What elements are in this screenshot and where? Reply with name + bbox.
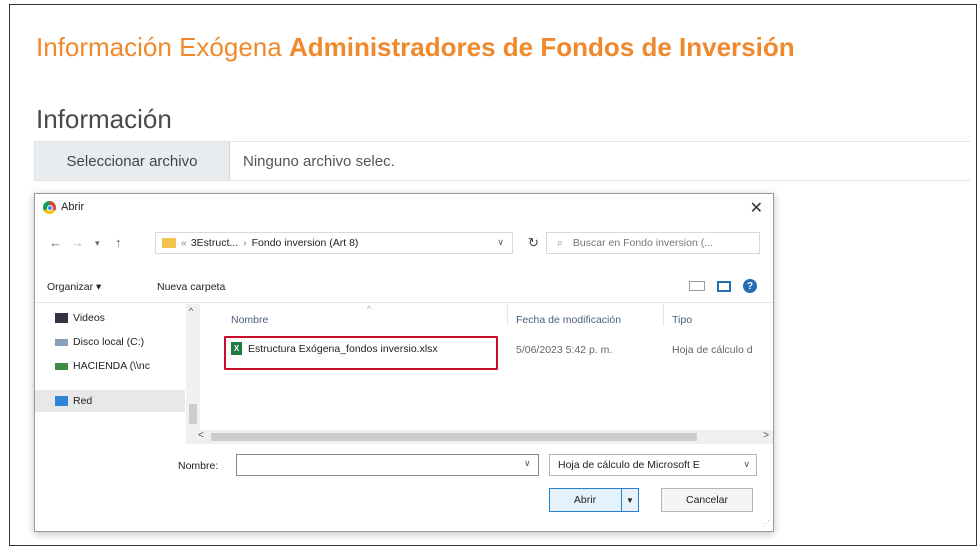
file-status-text: Ninguno archivo selec. xyxy=(243,152,395,170)
chrome-icon xyxy=(43,201,56,214)
column-separator[interactable] xyxy=(507,304,508,326)
resize-grip-icon[interactable]: ⋰ xyxy=(762,519,770,528)
select-file-button[interactable]: Seleccionar archivo xyxy=(35,142,230,180)
back-arrow-icon[interactable]: ← xyxy=(49,235,62,250)
sidebar-item-label: Red xyxy=(73,395,93,407)
search-placeholder: Buscar en Fondo inversion (... xyxy=(572,237,713,249)
page-title-light: Información Exógena xyxy=(36,32,282,62)
organize-menu[interactable]: Organizar ▾ xyxy=(47,281,101,293)
sidebar-item-videos[interactable]: Videos xyxy=(55,312,105,324)
chevron-down-icon: ∨ xyxy=(743,459,750,469)
address-bar[interactable]: « 3Estruct... › Fondo inversion (Art 8) … xyxy=(155,232,513,254)
network-icon xyxy=(55,396,68,406)
sidebar-scrollbar[interactable]: ^ ∨ xyxy=(186,304,200,444)
file-input[interactable]: Seleccionar archivo Ninguno archivo sele… xyxy=(34,141,970,181)
address-separator: › xyxy=(243,237,247,249)
address-prefix: « xyxy=(181,237,187,249)
view-options-icon[interactable] xyxy=(689,281,705,291)
sidebar-item-label: HACIENDA (\\nc xyxy=(73,360,151,372)
preview-pane-icon[interactable] xyxy=(717,280,731,292)
sidebar-item-hacienda[interactable]: HACIENDA (\\nc xyxy=(55,360,150,372)
address-dropdown-icon[interactable]: ∨ xyxy=(497,237,504,248)
toolbar-icons: ? xyxy=(689,279,757,293)
scroll-corner xyxy=(186,430,195,444)
section-title: Información xyxy=(36,104,172,134)
help-icon[interactable]: ? xyxy=(743,279,757,293)
file-type: Hoja de cálculo d xyxy=(672,344,753,356)
scroll-up-icon[interactable]: ^ xyxy=(189,306,193,316)
file-name-dropdown-icon[interactable]: ∨ xyxy=(524,458,531,469)
search-icon: ⌕ xyxy=(557,236,563,249)
recent-dropdown-icon[interactable]: ▾ xyxy=(95,238,100,249)
address-part-1[interactable]: 3Estruct... xyxy=(191,237,238,249)
column-separator[interactable] xyxy=(663,304,664,326)
dialog-toolbar: Organizar ▾ Nueva carpeta ? xyxy=(35,278,773,300)
page-title-bold: Administradores de Fondos de Inversión xyxy=(288,32,795,62)
horizontal-scroll-thumb[interactable] xyxy=(211,433,697,441)
sidebar-item-network[interactable]: Red xyxy=(35,390,185,412)
close-icon[interactable]: ✕ xyxy=(750,198,763,218)
new-folder-button[interactable]: Nueva carpeta xyxy=(157,281,225,293)
open-button-label: Abrir xyxy=(573,494,597,506)
sort-caret-icon: ^ xyxy=(367,304,372,314)
sidebar-item-label: Disco local (C:) xyxy=(73,336,145,348)
folder-icon xyxy=(162,238,176,248)
dialog-titlebar: Abrir ✕ xyxy=(35,194,773,222)
forward-arrow-icon[interactable]: → xyxy=(71,235,84,250)
page-title: Información Exógena Administradores de F… xyxy=(36,32,795,63)
cancel-button[interactable]: Cancelar xyxy=(661,488,753,512)
sidebar-item-label: Videos xyxy=(73,312,105,324)
column-header-type[interactable]: Tipo xyxy=(672,314,692,326)
horizontal-scrollbar[interactable]: < > xyxy=(195,430,773,444)
address-part-2[interactable]: Fondo inversion (Art 8) xyxy=(252,237,359,249)
video-folder-icon xyxy=(55,313,68,323)
file-type-value: Hoja de cálculo de Microsoft E xyxy=(558,459,700,471)
column-header-name[interactable]: Nombre xyxy=(231,314,268,326)
highlight-box xyxy=(224,336,498,370)
network-drive-icon xyxy=(55,362,68,370)
file-name-input[interactable] xyxy=(236,454,539,476)
file-type-select[interactable]: Hoja de cálculo de Microsoft E ∨ xyxy=(549,454,757,476)
file-name-label: Nombre: xyxy=(178,460,219,472)
up-arrow-icon[interactable]: ↑ xyxy=(115,235,122,250)
refresh-icon[interactable]: ↻ xyxy=(528,235,539,251)
dialog-title: Abrir xyxy=(61,201,85,213)
search-box[interactable]: ⌕ Buscar en Fondo inversion (... xyxy=(546,232,760,254)
scroll-thumb[interactable] xyxy=(189,404,197,424)
column-header-date[interactable]: Fecha de modificación xyxy=(516,314,621,326)
navigation-pane: Videos Disco local (C:) HACIENDA (\\nc R… xyxy=(35,304,185,440)
open-button[interactable]: Abrir ▼ xyxy=(549,488,639,512)
sidebar-item-local-disk[interactable]: Disco local (C:) xyxy=(55,336,144,348)
open-split-dropdown-icon[interactable]: ▼ xyxy=(621,489,638,511)
open-file-dialog: Abrir ✕ ← → ▾ ↑ « 3Estruct... › Fondo in… xyxy=(34,193,774,532)
scroll-right-icon[interactable]: > xyxy=(763,430,769,441)
scroll-left-icon[interactable]: < xyxy=(198,430,204,441)
drive-icon xyxy=(55,338,68,346)
toolbar-divider xyxy=(35,302,773,303)
navigation-bar: ← → ▾ ↑ « 3Estruct... › Fondo inversion … xyxy=(35,230,773,258)
file-date: 5/06/2023 5:42 p. m. xyxy=(516,344,613,356)
